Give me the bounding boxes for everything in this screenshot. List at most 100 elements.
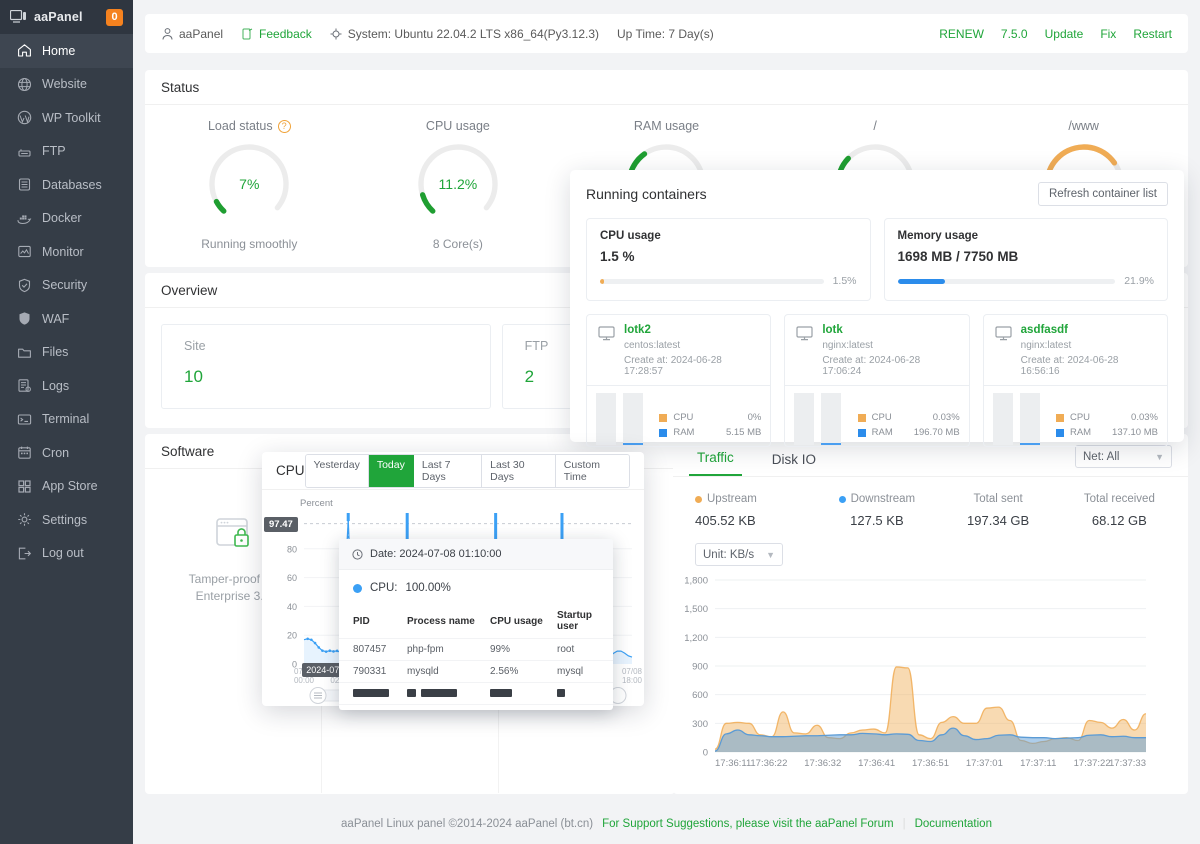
topbar-user[interactable]: aaPanel (161, 27, 223, 41)
version-label[interactable]: 7.5.0 (1001, 27, 1028, 41)
grid-icon (17, 479, 32, 494)
sidebar-item-wp-toolkit[interactable]: WP Toolkit (0, 101, 133, 135)
sidebar-item-files[interactable]: Files (0, 336, 133, 370)
update-link[interactable]: Update (1045, 27, 1084, 41)
table-cell-user: root (557, 638, 613, 661)
refresh-container-list-button[interactable]: Refresh container list (1037, 182, 1168, 206)
table-header-cell: CPU usage (490, 615, 543, 627)
sidebar-item-databases[interactable]: Databases (0, 168, 133, 202)
topbar-system-label: System: Ubuntu 22.04.2 LTS x86_64(Py3.12… (347, 26, 600, 41)
top-bar: aaPanel Feedback System: Ubuntu 22.04.2 … (145, 14, 1188, 53)
topbar-actions: RENEW 7.5.0 Update Fix Restart (939, 27, 1172, 41)
overview-box-site[interactable]: Site 10 (161, 324, 491, 409)
ram-legend-swatch-icon (857, 428, 866, 437)
topbar-feedback-label: Feedback (259, 26, 312, 41)
svg-text:00:00: 00:00 (294, 676, 315, 685)
svg-text:1,200: 1,200 (684, 633, 708, 644)
help-icon[interactable]: ? (277, 119, 291, 133)
containers-cpu-bar (600, 278, 824, 284)
sidebar: aaPanel 0 Home Website WP Toolkit FTP Databa… (0, 0, 133, 844)
sidebar-item-home[interactable]: Home (0, 34, 133, 68)
restart-link[interactable]: Restart (1133, 27, 1172, 41)
gauge-value: 11.2% (438, 176, 478, 192)
sidebar-item-app-store[interactable]: App Store (0, 470, 133, 504)
container-created: Create at: 2024-06-28 17:06:24 (822, 355, 921, 377)
cpu-range-tabs: Yesterday Today Last 7 Days Last 30 Days Cus… (304, 453, 630, 488)
sidebar-item-website[interactable]: Website (0, 68, 133, 102)
ftp-icon (17, 144, 32, 159)
traffic-stat-label: Upstream (695, 493, 816, 505)
cpu-range-last-7-days[interactable]: Last 7 Days (413, 454, 483, 487)
sidebar-item-security[interactable]: Security (0, 269, 133, 303)
net-select-value: Net: All (1083, 450, 1120, 463)
sidebar-item-terminal[interactable]: Terminal (0, 403, 133, 437)
table-cell-user: mysql (557, 660, 613, 683)
traffic-card: Traffic Disk IO Net: All ▼ Upstream 405.52… (673, 434, 1188, 794)
containers-cpu-usage: CPU usage 1.5 % 1.5% (586, 218, 871, 301)
overview-box-value: 10 (184, 367, 203, 386)
cpu-range-today[interactable]: Today (368, 454, 414, 487)
shield-check-icon (17, 278, 32, 293)
sidebar-item-cron[interactable]: Cron (0, 436, 133, 470)
traffic-stat-value: 68.12 GB (1091, 513, 1147, 528)
tab-disk-io[interactable]: Disk IO (764, 452, 824, 476)
container-card[interactable]: lotk nginx:latest Create at: 2024-06-28 17… (784, 314, 970, 447)
containers-usage: CPU usage 1.5 % 1.5% Memory usage 1698 M… (570, 218, 1184, 301)
ram-legend-label: RAM (871, 427, 893, 438)
footer-divider: | (902, 818, 906, 830)
topbar-feedback[interactable]: Feedback (241, 27, 312, 41)
sidebar-item-log-out[interactable]: Log out (0, 537, 133, 571)
containers-memory-bar (897, 278, 1116, 284)
svg-text:17:36:22: 17:36:22 (750, 758, 787, 769)
tamper-proof-icon (209, 515, 257, 557)
sidebar-logo[interactable]: aaPanel 0 (0, 0, 133, 34)
tooltip-cpu-label: CPU: (370, 582, 398, 594)
traffic-stat-label: Downstream (816, 493, 937, 505)
sidebar-item-monitor[interactable]: Monitor (0, 235, 133, 269)
tab-traffic[interactable]: Traffic (689, 450, 742, 476)
ram-legend-label: RAM (1069, 427, 1092, 438)
container-card[interactable]: lotk2 centos:latest Create at: 2024-06-28 … (586, 314, 772, 447)
cpu-legend-label: CPU (871, 412, 892, 423)
table-cell-process: php-fpm (407, 638, 490, 661)
notification-badge[interactable]: 0 (106, 8, 123, 26)
renew-link[interactable]: RENEW (939, 27, 984, 41)
cpu-chart-tooltip: Date: 2024-07-08 01:10:00 CPU: 100.00% P… (339, 539, 613, 710)
svg-text:17:37:11: 17:37:11 (1020, 758, 1056, 769)
sidebar-item-label: App Store (42, 479, 98, 494)
fix-link[interactable]: Fix (1100, 27, 1116, 41)
sidebar-item-settings[interactable]: Settings (0, 503, 133, 537)
sidebar-item-waf[interactable]: WAF (0, 302, 133, 336)
cpu-range-custom-time[interactable]: Custom Time (555, 454, 629, 487)
folder-icon (17, 345, 32, 360)
container-mini-bars (992, 393, 1040, 445)
container-mini-bars (596, 393, 643, 445)
svg-text:17:37:01: 17:37:01 (966, 758, 1003, 769)
sidebar-item-ftp[interactable]: FTP (0, 135, 133, 169)
container-card[interactable]: asdfasdf nginx:latest Create at: 2024-06-2… (982, 314, 1168, 447)
svg-text:17:36:32: 17:36:32 (804, 758, 841, 769)
gauge-title: /www (1068, 119, 1099, 133)
monitor-icon (17, 244, 32, 259)
cpu-range-last-30-days[interactable]: Last 30 Days (482, 454, 556, 487)
table-cell-pid: 807457 (339, 638, 407, 661)
table-cell-pid: 830 (339, 704, 407, 710)
footer-documentation-link[interactable]: Documentation (915, 818, 992, 830)
sidebar-item-label: Monitor (42, 244, 84, 259)
net-select[interactable]: Net: All ▼ (1075, 445, 1172, 468)
sidebar-item-logs[interactable]: Logs (0, 369, 133, 403)
footer-support-link[interactable]: For Support Suggestions, please visit th… (602, 818, 894, 830)
svg-text:40: 40 (287, 602, 297, 612)
containers-header: Running containers Refresh container lis… (570, 170, 1184, 218)
sidebar-item-docker[interactable]: Docker (0, 202, 133, 236)
gear-icon (17, 512, 32, 527)
unit-select-value: Unit: KB/s (703, 548, 755, 561)
cpu-legend-label: CPU (1069, 412, 1091, 423)
cpu-popup-header: CPU Yesterday Today Last 7 Days Last 30 Day… (262, 452, 644, 490)
traffic-stat-total-sent: Total sent 197.34 GB (938, 493, 1059, 528)
container-name: lotk (822, 324, 843, 336)
unit-select[interactable]: Unit: KB/s ▼ (695, 543, 783, 566)
container-monitor-icon (796, 326, 813, 341)
cpu-range-yesterday[interactable]: Yesterday (305, 454, 369, 487)
container-created: Create at: 2024-06-28 16:56:16 (1020, 355, 1119, 377)
